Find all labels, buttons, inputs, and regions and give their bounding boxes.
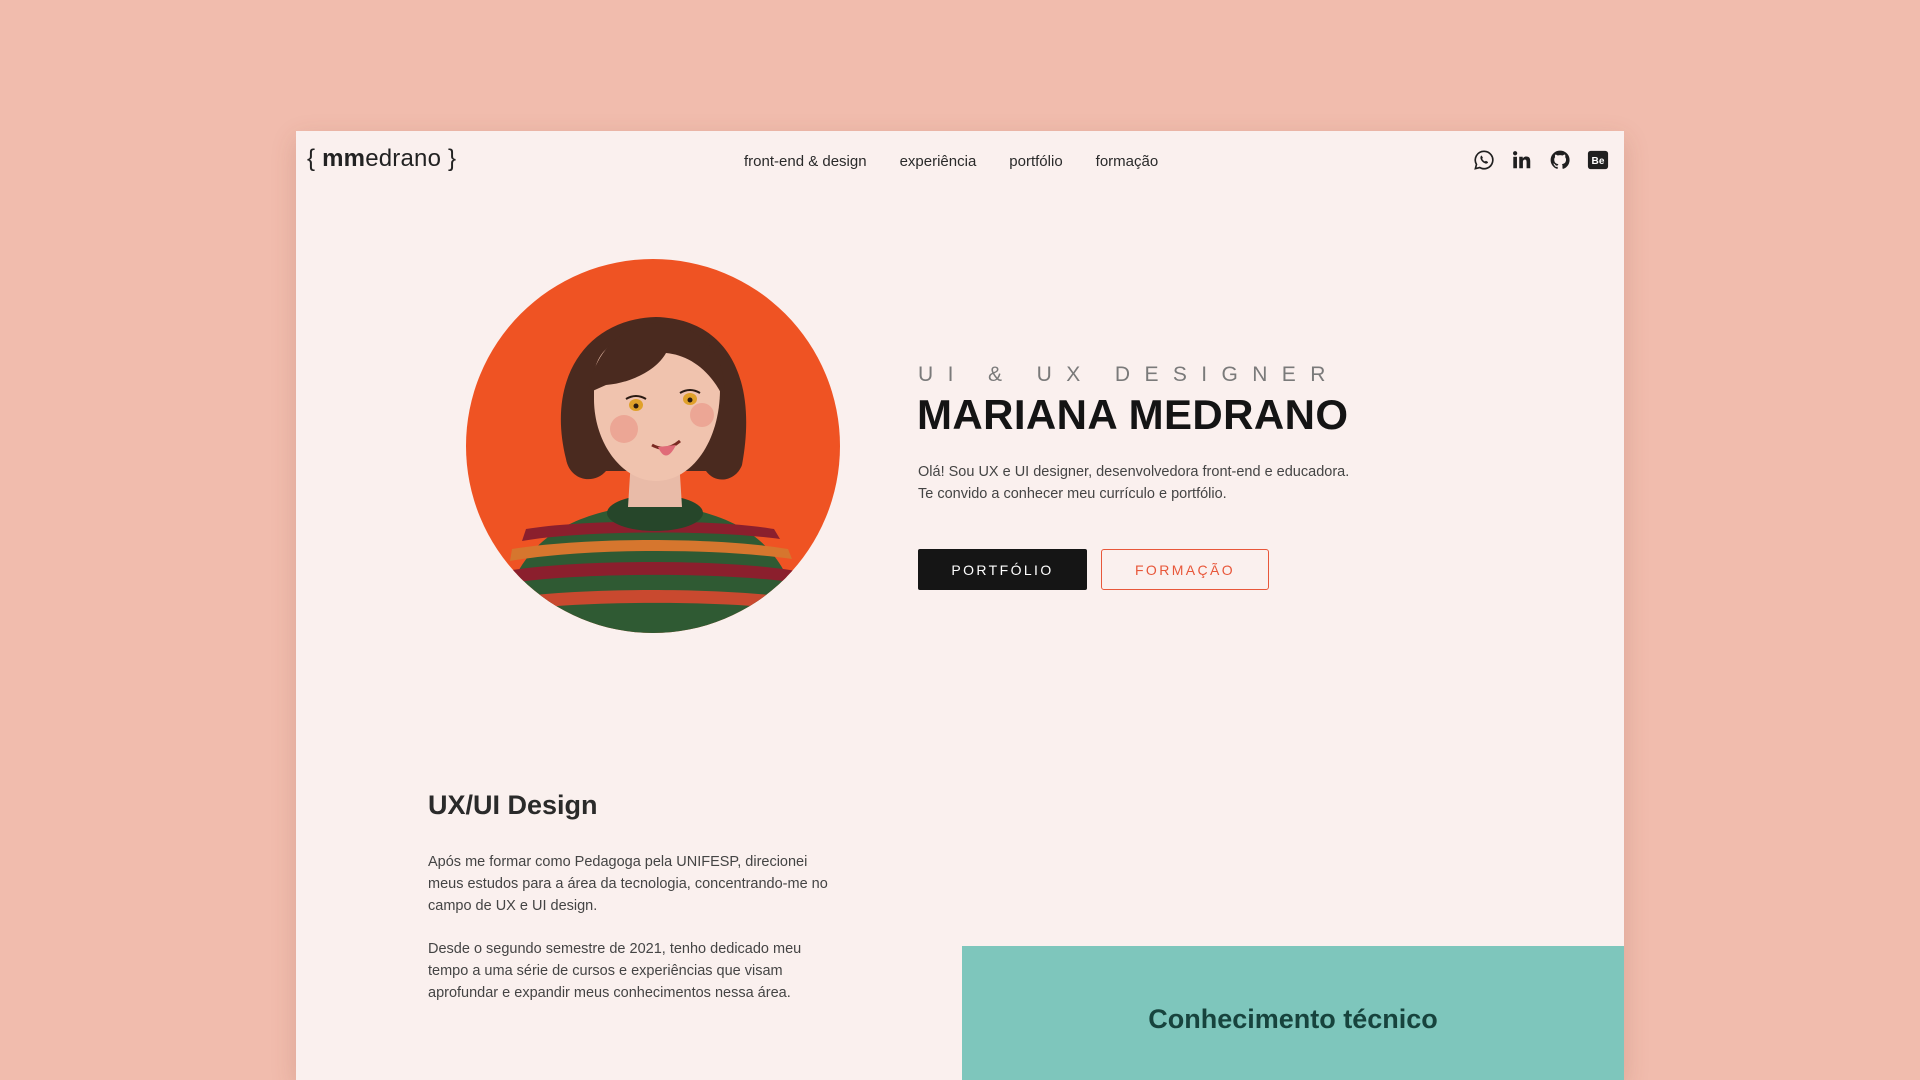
logo-brace-close: }	[448, 145, 457, 172]
logo-rest: edrano	[365, 145, 442, 172]
main-nav: front-end & design experiência portfólio…	[744, 153, 1158, 170]
behance-icon[interactable]: Be	[1586, 148, 1610, 172]
logo-bold: mm	[322, 145, 366, 172]
formacao-button[interactable]: FORMAÇÃO	[1101, 549, 1269, 590]
whatsapp-icon[interactable]	[1472, 148, 1496, 172]
hero-intro-line-2: Te convido a conhecer meu currículo e po…	[918, 486, 1227, 502]
ux-ui-paragraph-2: Desde o segundo semestre de 2021, tenho …	[428, 941, 802, 1001]
nav-item-portfolio[interactable]: portfólio	[1009, 153, 1062, 170]
site-logo[interactable]: { mmedrano }	[307, 145, 456, 173]
ux-ui-paragraph-1: Após me formar como Pedagoga pela UNIFES…	[428, 854, 828, 914]
profile-avatar	[466, 259, 840, 633]
ux-ui-section-body: Após me formar como Pedagoga pela UNIFES…	[428, 851, 840, 1025]
hero-intro: Olá! Sou UX e UI designer, desenvolvedor…	[918, 461, 1418, 505]
skills-title: Conhecimento técnico	[1148, 1004, 1438, 1034]
svg-text:Be: Be	[1592, 156, 1605, 167]
github-icon[interactable]	[1548, 148, 1572, 172]
skills-panel: Conhecimento técnico	[962, 946, 1624, 1080]
nav-item-experiencia[interactable]: experiência	[900, 153, 977, 170]
linkedin-icon[interactable]	[1510, 148, 1534, 172]
hero-intro-line-1: Olá! Sou UX e UI designer, desenvolvedor…	[918, 464, 1350, 480]
ux-ui-section-title: UX/UI Design	[428, 790, 598, 820]
social-links: Be	[1472, 148, 1610, 172]
portfolio-button[interactable]: PORTFÓLIO	[918, 549, 1087, 590]
nav-item-formacao[interactable]: formação	[1096, 153, 1159, 170]
logo-brace-open: {	[307, 145, 316, 172]
nav-item-front-end[interactable]: front-end & design	[744, 153, 867, 170]
hero-name: MARIANA MEDRANO	[917, 391, 1349, 438]
page-card: { mmedrano } front-end & design experiên…	[296, 131, 1624, 1080]
hero-subtitle: UI & UX DESIGNER	[918, 363, 1340, 386]
